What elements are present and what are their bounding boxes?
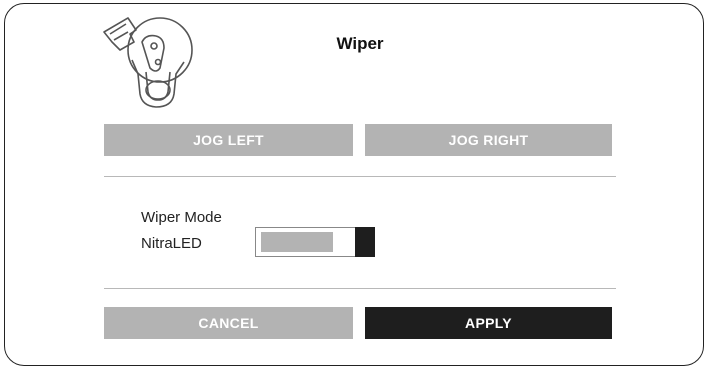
wiper-mode-slider[interactable]	[255, 227, 375, 257]
divider-bottom	[104, 288, 616, 289]
jog-right-button[interactable]: JOG RIGHT	[365, 124, 612, 156]
wiper-device-icon	[103, 17, 193, 108]
apply-button[interactable]: APPLY	[365, 307, 612, 339]
wiper-mode-value-label: NitraLED	[141, 235, 202, 252]
cancel-button[interactable]: CANCEL	[104, 307, 353, 339]
slider-fill	[261, 232, 333, 252]
jog-left-button[interactable]: JOG LEFT	[104, 124, 353, 156]
divider-top	[104, 176, 616, 177]
dialog-title: Wiper	[336, 34, 384, 53]
slider-thumb[interactable]	[355, 227, 375, 257]
wiper-mode-label: Wiper Mode	[141, 209, 222, 226]
